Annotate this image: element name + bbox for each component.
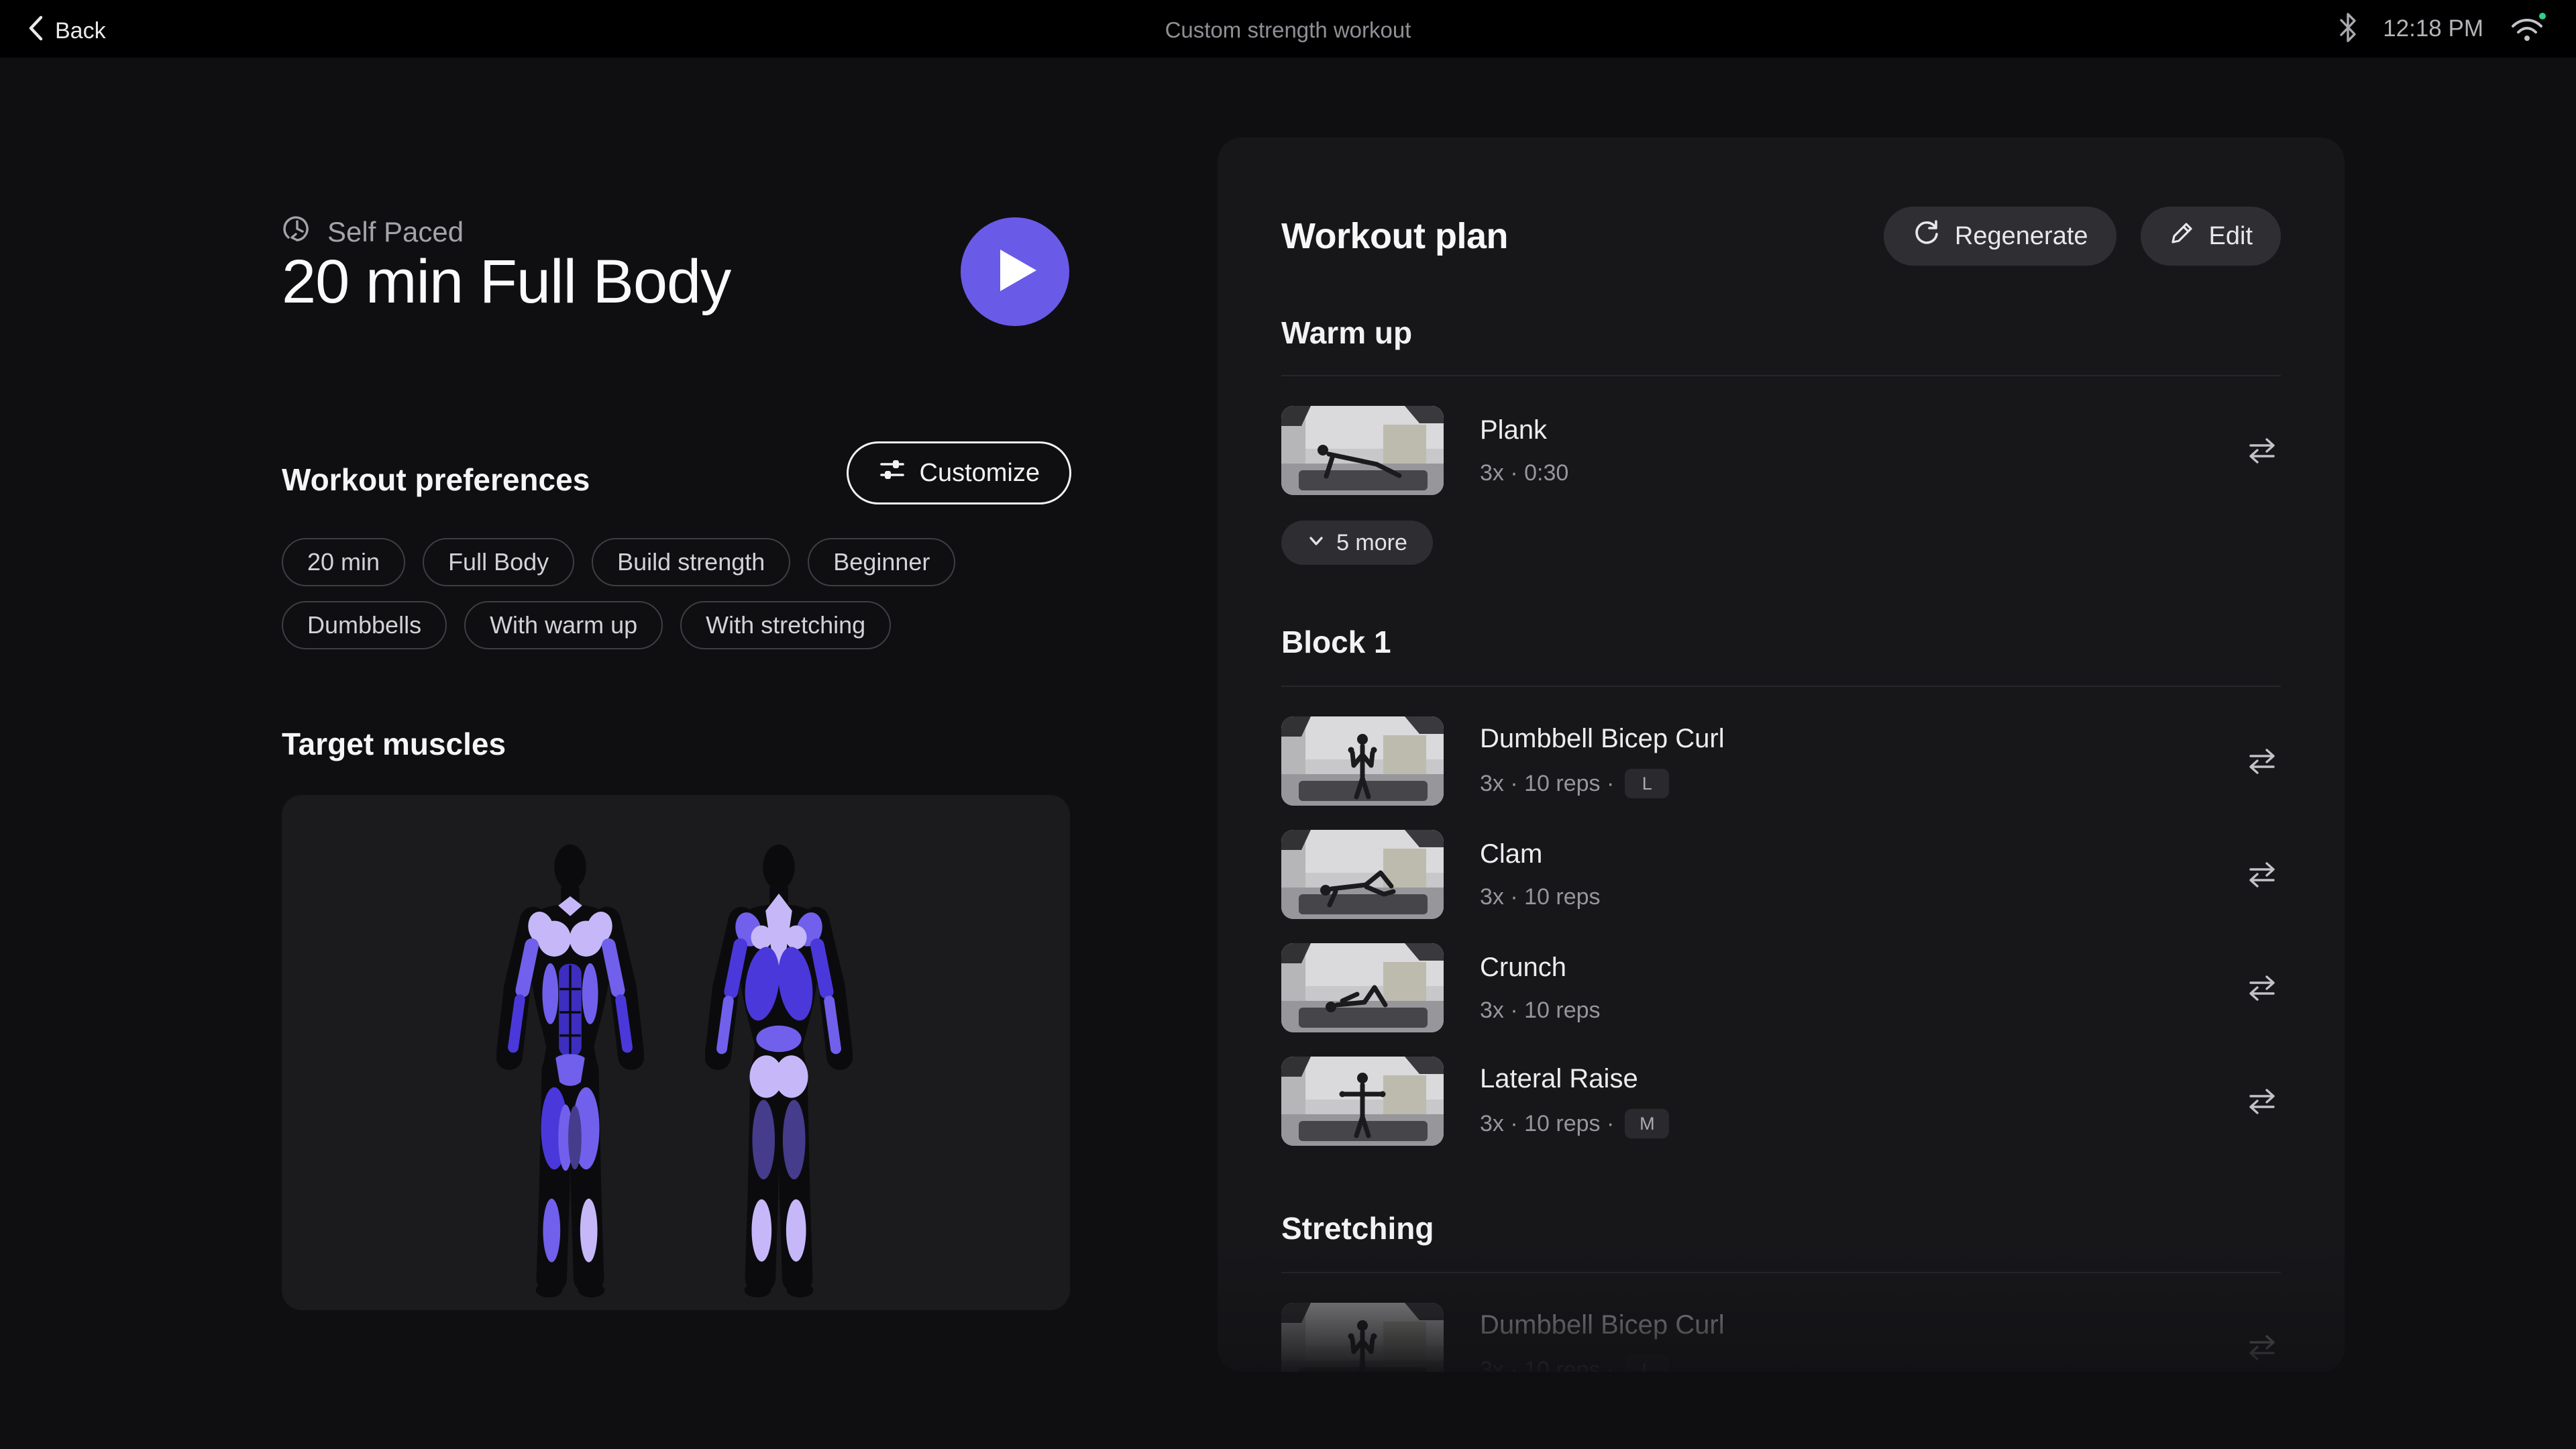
preference-tag[interactable]: Full Body (423, 538, 574, 586)
customize-button[interactable]: Customize (847, 441, 1072, 504)
swap-arrows-icon[interactable] (2243, 969, 2281, 1007)
app-root: Back Custom strength workout 12:18 PM (0, 0, 2576, 1449)
exercise-sets-reps: 3x · 10 reps · (1480, 771, 1614, 797)
exercise-title: Plank (1480, 415, 1568, 445)
exercise-row[interactable]: Dumbbell Bicep Curl 3x · 10 reps · L (1281, 716, 2281, 806)
target-muscles-card (282, 795, 1070, 1310)
exercise-sets-reps: 3x · 10 reps (1480, 998, 1601, 1024)
bluetooth-icon (2337, 11, 2359, 47)
exercise-row[interactable]: Plank 3x · 0:30 (1281, 406, 2281, 495)
play-icon (991, 247, 1039, 297)
preference-tag[interactable]: Build strength (592, 538, 790, 586)
swap-arrows-icon[interactable] (2243, 432, 2281, 470)
exercise-row[interactable]: Lateral Raise 3x · 10 reps · M (1281, 1057, 2281, 1146)
show-more-label: 5 more (1336, 530, 1407, 556)
page-title: 20 min Full Body (282, 247, 731, 317)
exercise-sets-reps: 3x · 10 reps (1480, 884, 1601, 910)
workout-plan-card: Workout plan Regenerate (1218, 138, 2345, 1372)
exercise-title: Dumbbell Bicep Curl (1480, 724, 1725, 754)
exercise-title: Dumbbell Bicep Curl (1480, 1310, 1725, 1340)
muscle-figure-front (496, 838, 644, 1302)
customize-label: Customize (920, 459, 1040, 488)
weight-badge: L (1625, 1355, 1669, 1372)
workout-mode: Self Paced (282, 213, 464, 251)
preference-tag[interactable]: Beginner (808, 538, 955, 586)
refresh-icon (1912, 218, 1941, 254)
exercise-detail: 3x · 10 reps · L (1480, 1355, 1725, 1372)
section-heading: Stretching (1281, 1210, 2281, 1246)
wifi-status-dot (2539, 13, 2546, 19)
clam-exercise-thumbnail (1281, 830, 1444, 919)
exercise-title: Lateral Raise (1480, 1064, 1669, 1094)
section-divider (1281, 1272, 2281, 1273)
section-heading: Block 1 (1281, 624, 2281, 660)
status-bar: Back Custom strength workout 12:18 PM (0, 0, 2576, 58)
preferences-heading: Workout preferences (282, 462, 590, 498)
preference-tag[interactable]: With warm up (464, 601, 663, 649)
exercise-detail: 3x · 10 reps (1480, 998, 1601, 1024)
crunch-exercise-thumbnail (1281, 943, 1444, 1032)
edit-label: Edit (2209, 222, 2253, 251)
swap-arrows-icon[interactable] (2243, 743, 2281, 780)
clock-time: 12:18 PM (2383, 15, 2483, 42)
exercise-sets-reps: 3x · 10 reps · (1480, 1357, 1614, 1373)
edit-button[interactable]: Edit (2141, 207, 2281, 266)
pencil-icon (2169, 219, 2196, 253)
preference-tag[interactable]: With stretching (680, 601, 891, 649)
play-button[interactable] (961, 217, 1069, 326)
exercise-row[interactable]: Dumbbell Bicep Curl 3x · 10 reps · L (1281, 1303, 2281, 1372)
weight-badge: L (1625, 769, 1669, 798)
self-paced-clock-icon (282, 213, 313, 251)
exercise-sets-reps: 3x · 10 reps · (1480, 1111, 1614, 1137)
exercise-detail: 3x · 10 reps · L (1480, 769, 1725, 798)
plank-exercise-thumbnail (1281, 406, 1444, 495)
curl-exercise-thumbnail (1281, 716, 1444, 806)
swap-arrows-icon[interactable] (2243, 1329, 2281, 1366)
workout-mode-label: Self Paced (327, 216, 464, 248)
regenerate-label: Regenerate (1955, 222, 2088, 251)
preference-tag[interactable]: 20 min (282, 538, 405, 586)
plan-sections: Warm up Plank 3x · 0:30 5 more Block 1 Dum… (1281, 315, 2281, 1372)
regenerate-button[interactable]: Regenerate (1884, 207, 2116, 266)
exercise-detail: 3x · 10 reps (1480, 884, 1601, 910)
exercise-title: Crunch (1480, 953, 1601, 983)
wifi-icon (2508, 11, 2546, 47)
section-divider (1281, 686, 2281, 687)
preference-tag[interactable]: Dumbbells (282, 601, 447, 649)
preference-tags: 20 min Full Body Build strength Beginner Dum… (282, 538, 959, 649)
exercise-sets-reps: 3x · 0:30 (1480, 460, 1568, 486)
exercise-detail: 3x · 10 reps · M (1480, 1109, 1669, 1138)
weight-badge: M (1625, 1109, 1669, 1138)
chevron-down-icon (1307, 530, 1326, 556)
show-more-button[interactable]: 5 more (1281, 521, 1433, 565)
exercise-title: Clam (1480, 839, 1601, 869)
swap-arrows-icon[interactable] (2243, 856, 2281, 894)
workout-plan-heading: Workout plan (1281, 215, 1508, 257)
exercise-row[interactable]: Crunch 3x · 10 reps (1281, 943, 2281, 1032)
exercise-row[interactable]: Clam 3x · 10 reps (1281, 830, 2281, 919)
section-divider (1281, 375, 2281, 376)
exercise-detail: 3x · 0:30 (1480, 460, 1568, 486)
muscle-figure-back (705, 838, 853, 1302)
target-muscles-heading: Target muscles (282, 726, 506, 762)
lateral-exercise-thumbnail (1281, 1057, 1444, 1146)
section-heading: Warm up (1281, 315, 2281, 351)
sliders-icon (878, 455, 906, 490)
workout-plan-header: Workout plan Regenerate (1281, 199, 2281, 273)
curl-exercise-thumbnail (1281, 1303, 1444, 1372)
swap-arrows-icon[interactable] (2243, 1083, 2281, 1120)
screen-title: Custom strength workout (0, 17, 2576, 43)
